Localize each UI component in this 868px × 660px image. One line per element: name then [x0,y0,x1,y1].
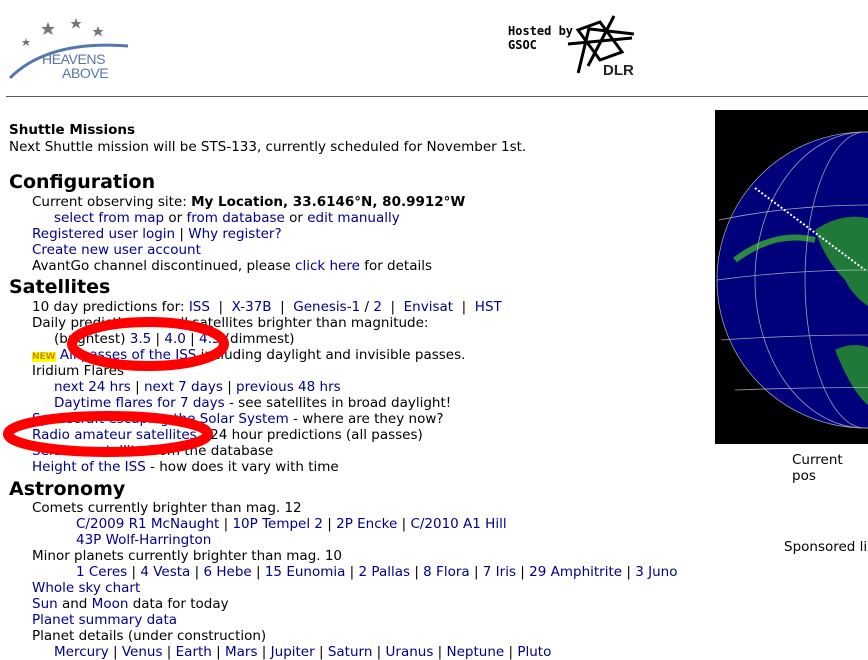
comet-link[interactable]: C/2009 R1 McNaught [76,516,219,532]
sun-link[interactable]: Sun [32,596,58,612]
annotation-circle-radio-amateur [3,411,213,457]
minor-planet-link[interactable]: 8 Flora [423,564,469,580]
planet-link[interactable]: Venus [122,644,163,660]
minor-planets-text: Minor planets currently brighter than ma… [32,548,343,564]
minor-planet-link[interactable]: 3 Juno [635,564,677,580]
moon-link[interactable]: Moon [92,596,129,612]
comet-link[interactable]: C/2010 A1 Hill [410,516,506,532]
minor-planet-link[interactable]: 2 Pallas [359,564,411,580]
planet-link[interactable]: Saturn [328,644,373,660]
minor-planets-line: 1 Ceres | 4 Vesta | 6 Hebe | 15 Eunomia … [76,564,678,580]
minor-planet-link[interactable]: 4 Vesta [140,564,190,580]
comets-text: Comets currently brighter than mag. 12 [32,500,302,516]
planet-link[interactable]: Uranus [386,644,434,660]
planet-summary-link[interactable]: Planet summary data [32,612,177,628]
planet-link[interactable]: Pluto [517,644,551,660]
sun-moon-line: Sun and Moon data for today [32,596,229,612]
minor-planet-link[interactable]: 7 Iris [483,564,516,580]
iss-position-globe[interactable] [715,110,868,444]
comet-link[interactable]: 2P Encke [336,516,397,532]
planet-link[interactable]: Neptune [447,644,505,660]
planet-details-text: Planet details (under construction) [32,628,267,644]
comets-extra-line: 43P Wolf-Harrington [76,532,211,548]
data-today-text: data for today [128,596,229,612]
planet-link[interactable]: Jupiter [271,644,315,660]
comets-line: C/2009 R1 McNaught | 10P Tempel 2 | 2P E… [76,516,507,532]
comet-link[interactable]: 43P Wolf-Harrington [76,532,211,548]
and-text: and [57,596,92,612]
annotation-circle-all-passes [67,317,229,371]
astronomy-heading: Astronomy [9,478,126,500]
planets-line: Mercury | Venus | Earth | Mars | Jupiter… [54,644,552,660]
globe-caption: Current pos [792,452,843,484]
minor-planet-link[interactable]: 29 Amphitrite [529,564,622,580]
comet-link[interactable]: 10P Tempel 2 [232,516,323,532]
whole-sky-line: Whole sky chart [32,580,140,596]
planet-link[interactable]: Mars [225,644,258,660]
whole-sky-chart-link[interactable]: Whole sky chart [32,580,140,596]
minor-planet-link[interactable]: 15 Eunomia [265,564,346,580]
globe-image [716,131,868,429]
planet-link[interactable]: Mercury [54,644,109,660]
minor-planet-link[interactable]: 6 Hebe [203,564,251,580]
sponsored-links-label: Sponsored li [784,539,868,555]
minor-planet-link[interactable]: 1 Ceres [76,564,127,580]
planet-link[interactable]: Earth [176,644,212,660]
planet-summary-line: Planet summary data [32,612,177,628]
